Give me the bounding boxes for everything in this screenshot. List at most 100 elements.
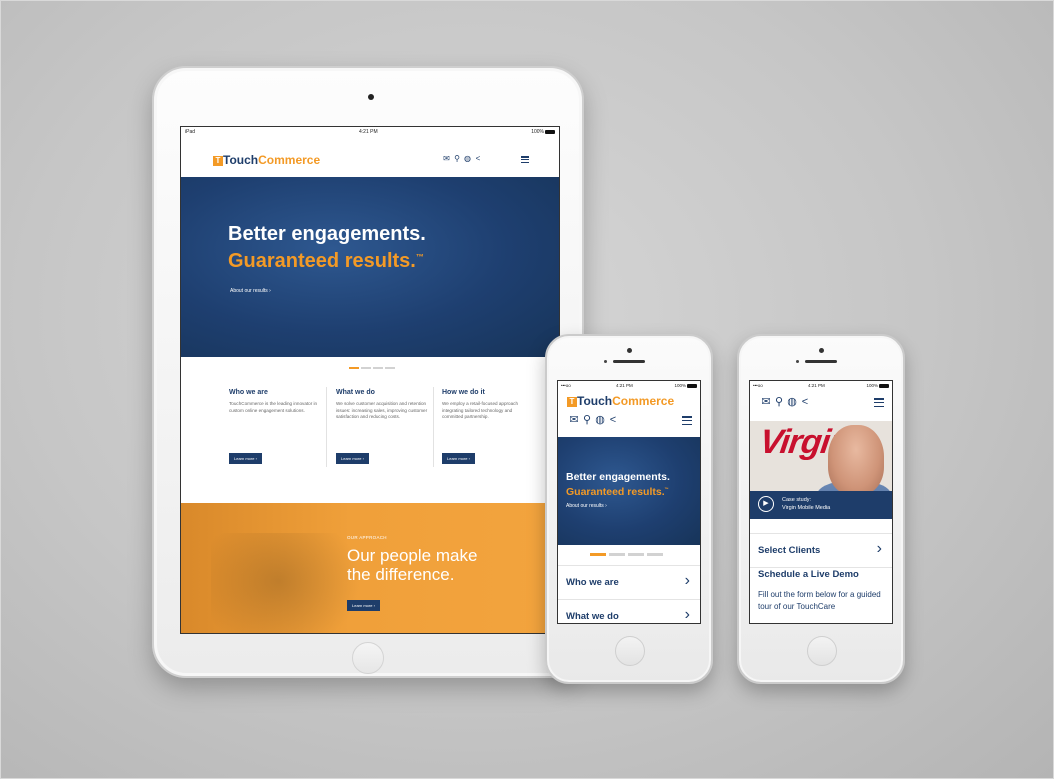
battery-percent: 100% [531, 129, 544, 135]
iphone-1-screen: •••oo 4:21 PM 100% T TouchCommerce ✉ ⚲ ◍ < B… [557, 380, 701, 624]
ipad-hero-banner: Better engagements. Guaranteed results.™… [181, 177, 559, 357]
iphone-camera [819, 348, 824, 353]
mail-icon[interactable]: ✉ [759, 395, 773, 408]
carousel-dot[interactable] [609, 553, 625, 556]
carousel-dot[interactable] [590, 553, 606, 556]
hero-subheadline: Guaranteed results.™ [228, 250, 424, 273]
approach-kicker: OUR APPROACH [347, 535, 387, 540]
battery-icon [687, 383, 697, 388]
status-device-label: iPad [185, 129, 196, 135]
chevron-right-icon: › [684, 572, 690, 589]
iphone-camera [627, 348, 632, 353]
approach-section: OUR APPROACH Our people make the differen… [181, 503, 559, 633]
hero-subheadline: Guaranteed results.™ [566, 486, 669, 498]
carousel-indicator [349, 367, 395, 369]
hamburger-menu-icon[interactable] [521, 156, 529, 163]
battery-icon [879, 383, 889, 388]
logo-touch: Touch [577, 394, 613, 408]
column-title: How we do it [442, 389, 485, 396]
touchcommerce-logo[interactable]: T TouchCommerce [213, 153, 320, 167]
approach-headline-line-2: the difference. [347, 565, 455, 584]
iphone-sensor [604, 360, 607, 363]
logo-mark-icon: T [567, 396, 577, 407]
case-study-card[interactable]: Virgin ▶ Case study: Virgin Mobile Media [750, 421, 892, 519]
demo-title: Schedule a Live Demo [758, 569, 859, 580]
case-study-photo-face [828, 425, 884, 495]
globe-icon[interactable]: ◍ [462, 154, 473, 163]
case-study-title: Virgin Mobile Media [782, 505, 831, 511]
carousel-dot[interactable] [361, 367, 371, 369]
header-icon-group: ✉ ⚲ ◍ < [759, 395, 811, 408]
learn-more-button[interactable]: Learn more › [442, 453, 475, 464]
carousel-dot[interactable] [373, 367, 383, 369]
logo-mark-icon: T [213, 155, 223, 166]
about-results-link[interactable]: About our results › [566, 503, 607, 509]
column-divider [326, 387, 327, 467]
status-battery: 100% [531, 129, 555, 135]
hero-headline: Better engagements. [228, 223, 426, 245]
logo-commerce: Commerce [612, 394, 675, 408]
hamburger-menu-icon[interactable] [874, 398, 884, 407]
touchcommerce-logo[interactable]: T TouchCommerce [567, 394, 674, 408]
list-item-select-clients[interactable]: Select Clients › [750, 533, 892, 567]
header-icon-group: ✉ ⚲ ◍ < [567, 413, 619, 426]
share-icon[interactable]: < [607, 414, 619, 426]
column-divider [433, 387, 434, 467]
column-who-we-are: Who we are TouchCommerce is the leading … [229, 389, 321, 465]
carousel-dot[interactable] [385, 367, 395, 369]
carousel-dot[interactable] [628, 553, 644, 556]
battery-icon [545, 129, 555, 134]
ipad-screen: iPad 4:21 PM 100% T TouchCommerce ✉ ⚲ ◍ < Be… [180, 126, 560, 634]
list-item-label: Who we are [566, 577, 619, 588]
iphone-home-button[interactable] [615, 636, 645, 666]
mail-icon[interactable]: ✉ [441, 154, 452, 163]
approach-headline-line-1: Our people make [347, 546, 478, 565]
status-battery: 100% [866, 383, 889, 388]
share-icon[interactable]: < [799, 396, 811, 408]
iphone-2-screen: •••oo 4:21 PM 100% ✉ ⚲ ◍ < Virgin ▶ Case st… [749, 380, 893, 624]
search-icon[interactable]: ⚲ [452, 154, 462, 163]
column-body: TouchCommerce is the leading innovator i… [229, 401, 318, 413]
case-study-label: Case study: [782, 497, 812, 503]
share-icon[interactable]: < [473, 154, 483, 163]
list-item-label: Select Clients [758, 545, 821, 556]
search-icon[interactable]: ⚲ [773, 395, 785, 408]
status-time: 4:21 PM [616, 383, 633, 388]
globe-icon[interactable]: ◍ [785, 395, 799, 408]
status-battery: 100% [674, 383, 697, 388]
iphone-status-bar: •••oo 4:21 PM 100% [750, 381, 892, 391]
column-title: Who we are [229, 389, 268, 396]
learn-more-button[interactable]: Learn more › [336, 453, 369, 464]
iphone-status-bar: •••oo 4:21 PM 100% [558, 381, 700, 391]
iphone-hero-banner: Better engagements. Guaranteed results.™… [558, 437, 700, 545]
row-divider [750, 567, 892, 568]
list-item-what-we-do[interactable]: What we do › [558, 599, 700, 623]
play-icon[interactable]: ▶ [758, 496, 774, 512]
list-item-who-we-are[interactable]: Who we are › [558, 565, 700, 599]
iphone-device-2: •••oo 4:21 PM 100% ✉ ⚲ ◍ < Virgin ▶ Case st… [737, 334, 905, 684]
learn-more-button[interactable]: Learn more › [229, 453, 262, 464]
approach-headline: Our people make the difference. [347, 546, 547, 584]
globe-icon[interactable]: ◍ [593, 413, 607, 426]
hero-subheadline-text: Guaranteed results. [228, 250, 416, 272]
column-body: We employ a retail-focused approach inte… [442, 401, 519, 420]
iphone-speaker [613, 360, 645, 363]
hamburger-menu-icon[interactable] [682, 416, 692, 425]
trademark: ™ [415, 252, 424, 262]
list-item-label: What we do [566, 611, 619, 622]
ipad-camera [368, 94, 374, 100]
trademark: ™ [664, 486, 669, 492]
ipad-home-button[interactable] [352, 642, 384, 674]
learn-more-button[interactable]: Learn more › [347, 600, 380, 611]
iphone-home-button[interactable] [807, 636, 837, 666]
column-what-we-do: What we do We solve customer acquisition… [336, 389, 428, 465]
about-results-link[interactable]: About our results › [230, 288, 271, 294]
mail-icon[interactable]: ✉ [567, 413, 581, 426]
iphone-device-1: •••oo 4:21 PM 100% T TouchCommerce ✉ ⚲ ◍ < B… [545, 334, 713, 684]
battery-percent: 100% [866, 383, 878, 388]
search-icon[interactable]: ⚲ [581, 413, 593, 426]
carousel-dot[interactable] [349, 367, 359, 369]
column-body: We solve customer acquisition and retent… [336, 401, 428, 420]
ipad-status-bar: iPad 4:21 PM 100% [181, 127, 559, 137]
carousel-dot[interactable] [647, 553, 663, 556]
